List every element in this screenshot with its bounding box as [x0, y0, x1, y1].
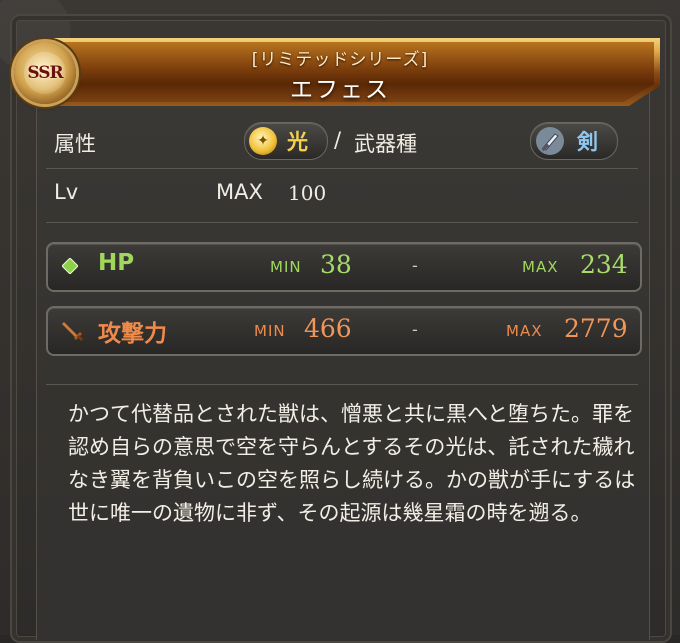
hp-max-value: 234	[580, 250, 628, 279]
weapon-type-label: 武器種	[354, 132, 417, 156]
attack-dash: -	[412, 320, 418, 339]
level-max-value: 100	[288, 181, 327, 205]
attack-min-label: MIN	[254, 322, 286, 340]
attack-sword-icon	[62, 322, 84, 342]
weapon-type-value: 剣	[577, 130, 598, 154]
attack-stat-box: 攻撃力 MIN 466 - MAX 2779	[46, 306, 642, 356]
attack-max-label: MAX	[506, 322, 543, 340]
light-orb-icon: ✦	[249, 127, 277, 155]
attack-min-value: 466	[304, 314, 352, 343]
separator: /	[334, 128, 342, 152]
ssr-badge: SSR	[14, 42, 76, 104]
attack-label: 攻撃力	[98, 321, 167, 347]
element-label: 属性	[54, 132, 96, 156]
divider	[46, 168, 638, 169]
level-label: Lv	[54, 180, 79, 204]
attack-max-value: 2779	[564, 314, 628, 343]
series-label: [リミテッドシリーズ]	[251, 50, 429, 70]
weapon-type-badge: 剣	[530, 122, 618, 160]
hp-diamond-icon	[62, 258, 78, 274]
hp-dash: -	[412, 256, 418, 275]
sword-icon	[536, 127, 564, 155]
level-max-label: MAX	[216, 180, 263, 204]
element-badge: ✦ 光	[244, 122, 328, 160]
description-divider	[46, 384, 638, 385]
weapon-name: エフェス	[290, 77, 390, 103]
divider	[46, 222, 638, 223]
weapon-description: かつて代替品とされた獣は、憎悪と共に黒へと堕ちた。罪を認め自らの意思で空を守らん…	[68, 402, 636, 525]
hp-stat-box: HP MIN 38 - MAX 234	[46, 242, 642, 292]
rarity-label: SSR	[27, 63, 63, 83]
hp-label: HP	[98, 250, 135, 276]
hp-min-label: MIN	[270, 258, 302, 276]
hp-min-value: 38	[320, 250, 352, 279]
element-value: 光	[287, 130, 308, 154]
hp-max-label: MAX	[522, 258, 559, 276]
